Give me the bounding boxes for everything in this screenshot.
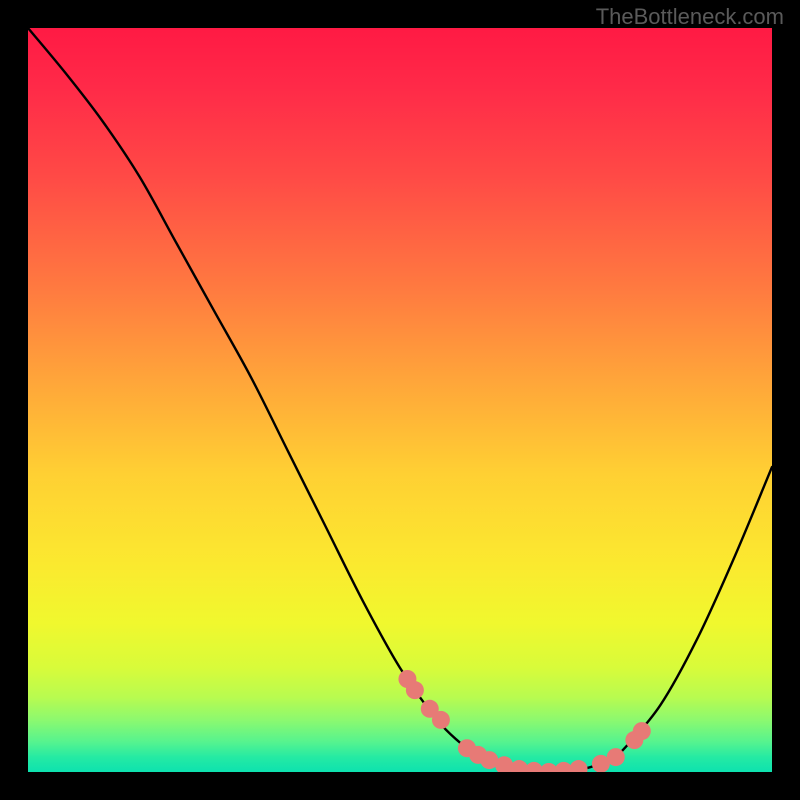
attribution-text: TheBottleneck.com: [596, 4, 784, 30]
data-point: [406, 681, 424, 699]
bottleneck-curve: [28, 28, 772, 772]
data-point: [432, 711, 450, 729]
data-point: [570, 760, 588, 772]
data-points: [398, 670, 650, 772]
curve-layer: [28, 28, 772, 772]
data-point: [607, 748, 625, 766]
plot-area: [28, 28, 772, 772]
data-point: [633, 722, 651, 740]
chart-frame: TheBottleneck.com: [0, 0, 800, 800]
